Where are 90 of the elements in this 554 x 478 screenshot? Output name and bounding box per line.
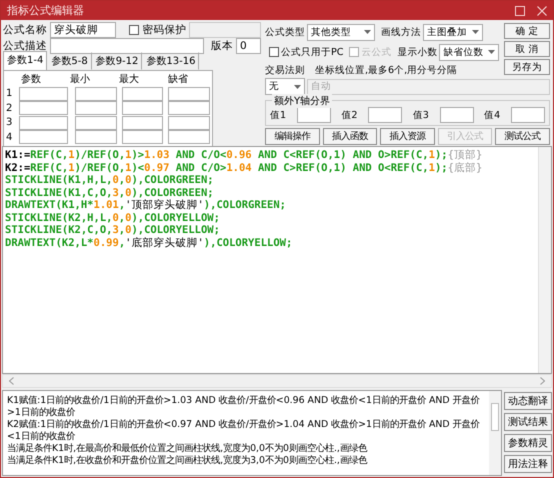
param-field[interactable] [75, 101, 117, 116]
param-field[interactable] [122, 86, 164, 101]
action-button[interactable]: 插入资源 [380, 128, 435, 145]
checkbox-label: 云公式 [361, 46, 392, 58]
close-icon[interactable] [537, 6, 547, 16]
row-number: 4 [6, 132, 14, 143]
explanation-text: K2赋值:1日前的收盘价/1日前的开盘价<0.97 AND 收盘价/开盘价>1.04 AND 收盘价>1日前的开盘价 AND 开盘价<1日前的收盘价 [7, 419, 481, 443]
checkbox-label: 密码保护 [142, 23, 186, 37]
param-field[interactable] [168, 130, 210, 144]
field-label: 公式类型 [265, 26, 305, 38]
param-field[interactable] [19, 86, 68, 101]
column-header: 参数 [20, 74, 42, 85]
param-field[interactable] [75, 116, 117, 130]
param-field[interactable] [19, 101, 68, 116]
scrollbar-thumb[interactable] [491, 403, 499, 431]
dialog-button[interactable]: 确 定 [504, 23, 550, 39]
side-button[interactable]: 动态翻译 [504, 392, 552, 410]
column-header: 最小 [69, 74, 91, 85]
code-line: STICKLINE(K2,H,L,0,0),COLORYELLOW; [5, 212, 221, 224]
action-button[interactable]: 插入函数 [322, 128, 378, 145]
code-line: STICKLINE(K2,C,O,3,0),COLORYELLOW; [5, 224, 221, 236]
param-field[interactable] [75, 86, 117, 101]
code-line: STICKLINE(K1,H,L,0,0),COLORGREEN; [5, 174, 215, 186]
param-field[interactable] [19, 130, 68, 144]
explanation-text: K1赋值:1日前的收盘价/1日前的开盘价>1.03 AND 收盘价/开盘价<0.96 AND 收盘价<1日前的开盘价 AND 开盘价>1日前的收盘价 [7, 395, 481, 419]
column-header: 缺省 [167, 74, 189, 85]
field-label: 值1 [270, 108, 286, 122]
side-button[interactable]: 参数精灵 [504, 434, 552, 452]
scrollbar[interactable] [538, 147, 551, 373]
field-label: 交易法则 [265, 64, 305, 76]
code-line: DRAWTEXT(K2,L*0.99,'底部穿头破脚'),COLORYELLOW; [5, 236, 294, 249]
scroll-right-icon[interactable] [540, 377, 545, 385]
draw-method-dropdown[interactable]: 主图叠加 [423, 24, 483, 40]
param-field[interactable] [168, 116, 210, 130]
maximize-icon[interactable] [515, 6, 525, 16]
code-line: K1:=REF(C,1)/REF(O,1)>1.03 AND C/O<0.96 AND C<REF(O,1) AND O>REF(C,1);{顶部} [5, 149, 484, 162]
explanation-text: 当满足条件K1时,在收盘价和开盘价位置之间画柱状线,宽度为3,0不为0则画空心柱.,画绿色 [7, 455, 368, 467]
param-field[interactable] [122, 130, 164, 144]
field-label: 值2 [341, 108, 358, 122]
formula-name-field[interactable]: 穿头破脚 [50, 22, 116, 38]
param-field[interactable] [75, 130, 117, 144]
window-title: 指标公式编辑器 [7, 3, 85, 18]
field-label: 画线方法 [381, 26, 421, 38]
param-field[interactable] [19, 116, 68, 130]
field-label: 公式名称 [3, 23, 47, 37]
formula-type-dropdown[interactable]: 其他类型 [307, 24, 375, 40]
value-field[interactable] [440, 107, 474, 123]
action-button[interactable]: 编辑操作 [265, 128, 320, 145]
tab[interactable]: 参数1-4 [3, 51, 48, 70]
param-field[interactable] [122, 116, 164, 130]
param-field[interactable] [168, 86, 210, 101]
dialog-button[interactable]: 另存为 [504, 59, 550, 75]
field-label: 公式描述 [3, 39, 47, 53]
password-field [189, 22, 261, 38]
scroll-left-icon[interactable] [9, 377, 14, 385]
decimals-dropdown[interactable]: 缺省位数 [439, 44, 500, 60]
group-title: 额外Y轴分界 [272, 94, 332, 108]
code-line: STICKLINE(K1,C,O,3,0),COLORGREEN; [5, 186, 215, 199]
scrollbar[interactable] [2, 374, 552, 388]
dropdown-arrow-icon [472, 30, 479, 34]
dropdown-arrow-icon [364, 30, 371, 34]
trade-rule-dropdown[interactable]: 无 [265, 78, 305, 95]
field-label: 坐标线位置,最多6个,用分号分隔 [315, 64, 458, 76]
checkbox-label: 公式只用于PC [281, 46, 344, 58]
description-field[interactable] [50, 38, 204, 54]
row-number: 3 [6, 117, 14, 128]
row-number: 2 [6, 102, 14, 114]
field-label: 显示小数 [397, 46, 438, 58]
side-button[interactable]: 用法注释 [504, 455, 552, 473]
value-field[interactable] [510, 107, 545, 123]
param-field[interactable] [122, 101, 164, 116]
dropdown-arrow-icon [488, 50, 496, 54]
dialog-button[interactable]: 取 消 [504, 41, 550, 57]
field-label: 值4 [484, 108, 500, 122]
checkbox[interactable] [269, 47, 279, 57]
checkbox[interactable] [129, 25, 140, 35]
dropdown-arrow-icon [294, 84, 301, 88]
action-button[interactable]: 测试公式 [495, 128, 550, 145]
param-field[interactable] [168, 101, 210, 116]
row-number: 1 [6, 88, 14, 100]
explanation-text: 当满足条件K1时,在最高价和最低价位置之间画柱状线,宽度为0,0不为0则画空心柱.,画绿色 [7, 443, 368, 455]
value-field[interactable] [368, 107, 402, 123]
code-line: DRAWTEXT(K1,H*1.01,'顶部穿头破脚'),COLORGREEN; [5, 199, 287, 212]
field-label: 版本 [210, 39, 233, 53]
value-field[interactable] [296, 107, 331, 123]
column-header: 最大 [118, 74, 140, 85]
version-field[interactable]: 0 [236, 38, 261, 54]
code-line: K2:=REF(C,1)/REF(O,1)<0.97 AND C/O>1.04 AND C>REF(O,1) AND O<REF(C,1);{底部} [5, 162, 484, 174]
side-button[interactable]: 测试结果 [504, 413, 552, 431]
field-label: 值3 [412, 108, 429, 122]
